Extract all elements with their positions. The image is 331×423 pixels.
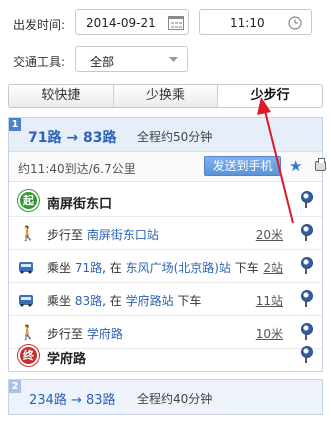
plan-index-badge: 1 xyxy=(9,118,21,131)
step-text: 乘坐 83路, 在 学府路站 下车 xyxy=(47,294,202,308)
route-step[interactable]: 乘坐 83路, 在 学府路站 下车 11站 xyxy=(9,283,322,316)
map-pin-icon[interactable] xyxy=(299,290,313,308)
end-badge: 终 xyxy=(18,345,39,366)
step-text: 乘坐 71路, 在 东风广场(北京路)站 下车 xyxy=(47,261,259,275)
route-plan-2[interactable]: 2 234路 → 83路 全程约40分钟 xyxy=(8,379,323,415)
transport-tool-value: 全部 xyxy=(90,55,115,69)
clock-icon[interactable] xyxy=(288,16,302,30)
route-end-row[interactable]: 终 学府路 xyxy=(9,339,322,372)
route-title: 234路 → 83路 xyxy=(29,393,116,408)
map-pin-icon[interactable] xyxy=(299,224,313,242)
walk-icon: 🚶 xyxy=(19,325,37,341)
bus-icon xyxy=(19,295,33,307)
route-total-time: 全程约50分钟 xyxy=(137,130,213,144)
date-input[interactable]: 2014-09-21 xyxy=(75,9,189,35)
depart-time-label: 出发时间: xyxy=(13,18,66,32)
print-icon[interactable] xyxy=(315,158,326,171)
annotation-arrow xyxy=(257,97,294,224)
walk-icon: 🚶 xyxy=(19,226,37,242)
transport-tool-label: 交通工具: xyxy=(13,55,66,69)
route-title: 71路 → 83路 xyxy=(28,130,117,146)
tab-fewer-transfers[interactable]: 少换乘 xyxy=(113,85,219,107)
end-place-name: 学府路 xyxy=(47,352,87,367)
map-pin-icon[interactable] xyxy=(299,257,313,275)
route-step[interactable]: 乘坐 71路, 在 东风广场(北京路)站 下车 2站 xyxy=(9,250,322,283)
transport-tool-select[interactable]: 全部 xyxy=(75,46,188,72)
plan-index-badge: 2 xyxy=(9,380,21,393)
start-badge: 起 xyxy=(18,190,39,211)
time-value: 11:10 xyxy=(230,16,265,30)
map-pin-icon[interactable] xyxy=(299,346,313,364)
bus-icon xyxy=(19,262,33,274)
chevron-down-icon xyxy=(169,57,178,62)
step-text: 步行至 南屏街东口站 xyxy=(47,228,159,242)
calendar-icon[interactable] xyxy=(168,16,184,30)
step-stops-link[interactable]: 11站 xyxy=(256,292,283,309)
arrival-info: 约11:40到达/6.7公里 xyxy=(18,162,136,176)
date-value: 2014-09-21 xyxy=(86,16,156,30)
start-place-name: 南屏街东口 xyxy=(47,197,113,212)
step-stops-link[interactable]: 2站 xyxy=(263,259,283,276)
map-pin-icon[interactable] xyxy=(299,191,313,209)
time-input[interactable]: 11:10 xyxy=(199,9,312,35)
tab-fastest[interactable]: 较快捷 xyxy=(9,85,114,107)
route-total-time: 全程约40分钟 xyxy=(137,392,213,406)
